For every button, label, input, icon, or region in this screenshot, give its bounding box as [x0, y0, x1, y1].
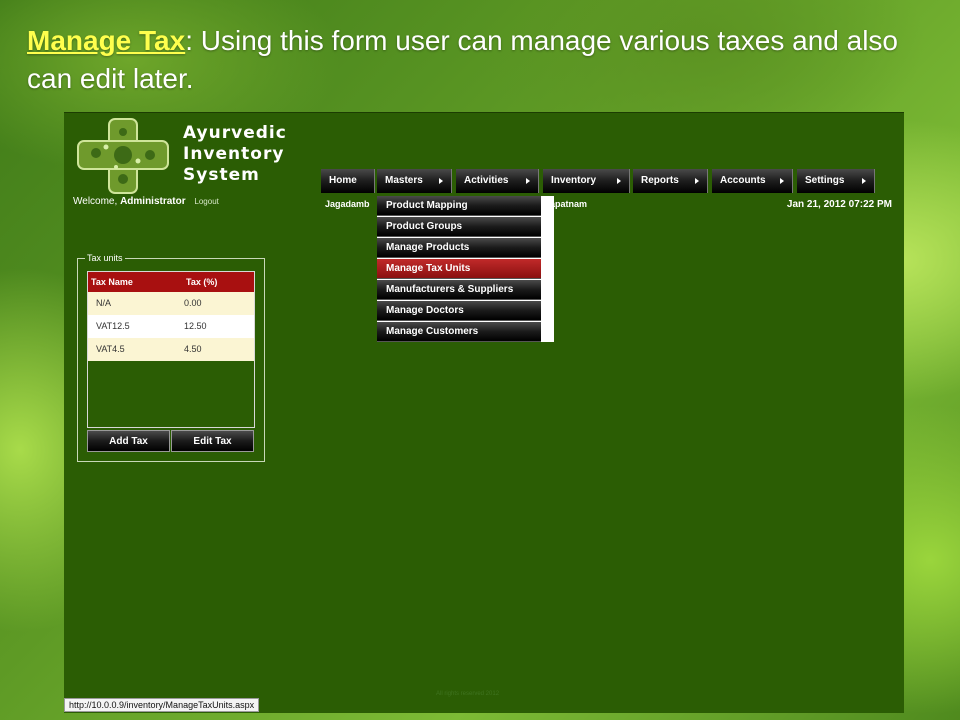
nav-label: Inventory — [551, 175, 597, 186]
browser-status-bar: http://10.0.0.9/inventory/ManageTaxUnits… — [64, 698, 260, 712]
column-header-tax-percent[interactable]: Tax (%) — [186, 272, 217, 292]
submenu-arrow-icon — [526, 178, 530, 184]
menu-item-product-mapping[interactable]: Product Mapping — [377, 196, 551, 216]
submenu-arrow-icon — [780, 178, 784, 184]
masters-dropdown-menu: Product Mapping Product Groups Manage Pr… — [377, 196, 554, 342]
column-header-tax-name[interactable]: Tax Name — [91, 272, 133, 292]
slide-title: Manage Tax: Using this form user can man… — [27, 22, 927, 98]
slide-title-keyword: Manage Tax — [27, 25, 186, 56]
logo-line: Ayurvedic — [183, 123, 287, 143]
menu-item-label: Manage Products — [386, 242, 470, 253]
tax-name-cell: N/A — [96, 298, 112, 308]
logo-line: Inventory — [183, 144, 285, 164]
submenu-arrow-icon — [547, 203, 551, 209]
submenu-arrow-icon — [617, 178, 621, 184]
user-name: Administrator — [120, 196, 186, 207]
nav-label: Home — [329, 175, 357, 186]
leaf-cross-logo-icon — [77, 118, 169, 194]
nav-label: Masters — [385, 175, 423, 186]
tax-units-panel: Tax units Tax Name Tax (%) N/A 0.00 VAT1… — [77, 253, 265, 462]
menu-item-product-groups[interactable]: Product Groups — [377, 217, 541, 237]
tax-units-table: Tax Name Tax (%) N/A 0.00 VAT12.5 12.50 … — [87, 271, 255, 428]
welcome-text: Welcome, Administrator Logout — [73, 196, 219, 207]
tax-name-cell: VAT12.5 — [96, 321, 130, 331]
menu-item-manage-customers[interactable]: Manage Customers — [377, 322, 541, 342]
table-row[interactable]: VAT4.5 4.50 — [88, 338, 254, 361]
logo-line: System — [183, 165, 260, 185]
logout-link[interactable]: Logout — [194, 197, 218, 206]
nav-label: Settings — [805, 175, 845, 186]
submenu-arrow-icon — [439, 178, 443, 184]
welcome-prefix: Welcome, — [73, 196, 121, 207]
nav-item-accounts[interactable]: Accounts — [712, 169, 793, 193]
location-text-right: apatnam — [550, 199, 588, 209]
location-text: Jagadamb — [325, 199, 370, 209]
nav-label: Accounts — [720, 175, 766, 186]
edit-tax-button[interactable]: Edit Tax — [171, 430, 254, 452]
footer-text: All rights reserved 2012 — [436, 691, 500, 697]
nav-item-settings[interactable]: Settings — [797, 169, 875, 193]
logo-text: Ayurvedic Inventory System — [183, 123, 287, 186]
nav-label: Reports — [641, 175, 679, 186]
menu-item-label: Product Mapping — [386, 200, 468, 211]
menu-item-manufacturers-suppliers[interactable]: Manufacturers & Suppliers — [377, 280, 541, 300]
menu-item-manage-products[interactable]: Manage Products — [377, 238, 541, 258]
nav-item-masters[interactable]: Masters — [377, 169, 452, 193]
submenu-arrow-icon — [862, 178, 866, 184]
table-row[interactable]: N/A 0.00 — [88, 292, 254, 315]
app-screen: Ayurvedic Inventory System Welcome, Admi… — [64, 112, 904, 713]
table-header-row: Tax Name Tax (%) — [88, 272, 254, 292]
menu-item-label: Manage Tax Units — [386, 263, 471, 274]
tax-percent-cell: 0.00 — [184, 298, 202, 308]
submenu-arrow-icon — [695, 178, 699, 184]
menu-item-manage-tax-units[interactable]: Manage Tax Units — [377, 259, 541, 279]
datetime-text: Jan 21, 2012 07:22 PM — [786, 199, 892, 210]
tax-percent-cell: 4.50 — [184, 344, 202, 354]
nav-item-inventory[interactable]: Inventory — [543, 169, 630, 193]
menu-item-manage-doctors[interactable]: Manage Doctors — [377, 301, 541, 321]
nav-item-home[interactable]: Home — [321, 169, 375, 193]
tax-units-legend: Tax units — [85, 253, 125, 263]
menu-item-label: Manage Customers — [386, 326, 479, 337]
menu-item-label: Product Groups — [386, 221, 463, 232]
nav-label: Activities — [464, 175, 509, 186]
nav-item-activities[interactable]: Activities — [456, 169, 539, 193]
menu-item-label: Manage Doctors — [386, 305, 464, 316]
menu-item-label: Manufacturers & Suppliers — [386, 284, 514, 295]
add-tax-button[interactable]: Add Tax — [87, 430, 170, 452]
nav-item-reports[interactable]: Reports — [633, 169, 708, 193]
tax-percent-cell: 12.50 — [184, 321, 207, 331]
app-logo: Ayurvedic Inventory System — [76, 117, 306, 195]
tax-name-cell: VAT4.5 — [96, 344, 125, 354]
table-row[interactable]: VAT12.5 12.50 — [88, 315, 254, 338]
